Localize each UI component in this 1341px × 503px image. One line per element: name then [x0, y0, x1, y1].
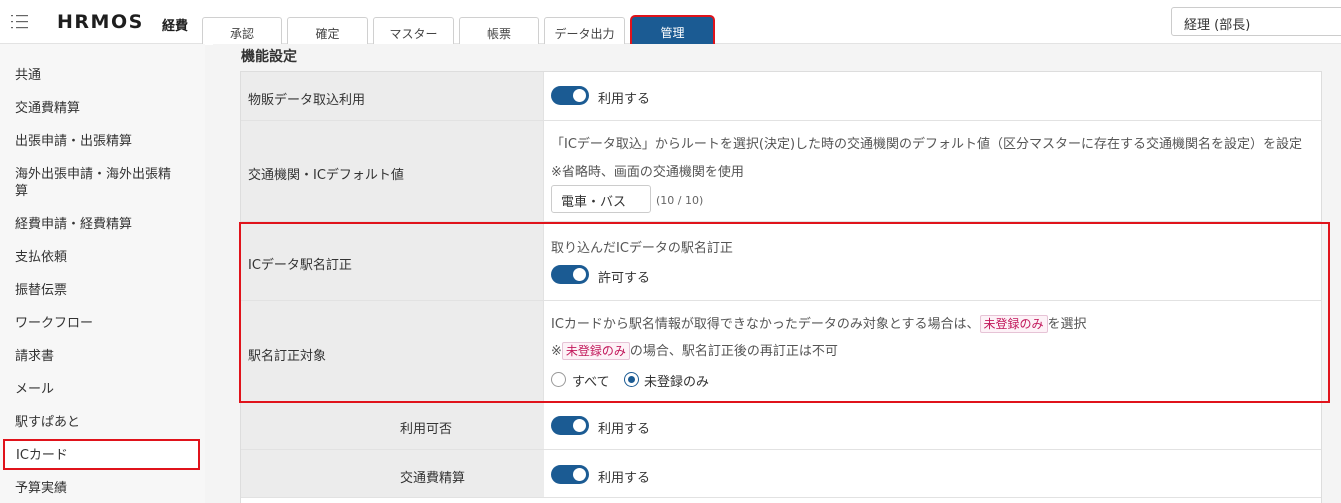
tab-approval[interactable]: 承認 — [202, 17, 282, 45]
main-tabs: 承認 確定 マスター 帳票 データ出力 管理 — [202, 17, 718, 45]
usage-toggle[interactable] — [551, 416, 589, 435]
row-bussan: 物販データ取込利用 利用する — [241, 72, 1321, 121]
sidebar-item-ekispert[interactable]: 駅すぱあと — [15, 414, 80, 431]
sidebar-item-invoice[interactable]: 請求書 — [15, 348, 54, 365]
tab-confirm[interactable]: 確定 — [287, 17, 368, 45]
station-fix-note: 取り込んだICデータの駅名訂正 — [551, 241, 733, 256]
app-logo[interactable]: HRMOS — [57, 11, 144, 33]
menu-icon[interactable] — [10, 12, 30, 32]
row-default-transport: 交通機関・ICデフォルト値 「ICデータ取込」からルートを選択(決定)した時の交… — [241, 121, 1321, 222]
toggle-label: 利用する — [598, 92, 651, 107]
toggle-label: 利用する — [598, 422, 651, 437]
target-note-2: ※ 未登録のみ の場合、駅名訂正後の再訂正は不可 — [551, 342, 838, 360]
sidebar-item-mail[interactable]: メール — [15, 381, 54, 398]
app-header: HRMOS 経費 承認 確定 マスター 帳票 データ出力 管理 経理 (部長) — [0, 0, 1341, 45]
sidebar-item-budget[interactable]: 予算実績 — [15, 480, 67, 497]
default-transport-input[interactable]: 電車・バス — [551, 185, 651, 213]
role-select[interactable]: 経理 (部長) — [1171, 7, 1341, 36]
sidebar-item-expense[interactable]: 経費申請・経費精算 — [15, 216, 132, 233]
station-fix-toggle[interactable] — [551, 265, 589, 284]
transport-note-2: ※省略時、画面の交通機関を使用 — [551, 165, 744, 180]
row-label: ICデータ駅名訂正 — [248, 258, 352, 273]
radio-label-unregistered: 未登録のみ — [644, 375, 710, 390]
sidebar-item-payment-request[interactable]: 支払依頼 — [15, 249, 67, 266]
row-label: 駅名訂正対象 — [248, 349, 327, 364]
tag-unregistered: 未登録のみ — [561, 342, 630, 360]
transport-note-1: 「ICデータ取込」からルートを選択(決定)した時の交通機関のデフォルト値（区分マ… — [551, 137, 1303, 152]
char-counter: (10 / 10) — [656, 194, 704, 207]
radio-unregistered[interactable] — [624, 372, 639, 387]
row-label: 交通機関・ICデフォルト値 — [248, 168, 404, 183]
row-usage: 利用可否 利用する — [241, 402, 1321, 450]
row-label: 物販データ取込利用 — [248, 93, 366, 108]
app-logo-sub: 経費 — [162, 19, 189, 34]
row-label: 交通費精算 — [400, 471, 466, 486]
row-label: 利用可否 — [400, 422, 453, 437]
row-transport-expense: 交通費精算 利用する — [241, 450, 1321, 498]
sidebar-item-common[interactable]: 共通 — [15, 67, 41, 84]
sidebar-item-transport-expense[interactable]: 交通費精算 — [15, 100, 80, 117]
sidebar-item-ic-card[interactable]: ICカード — [3, 439, 200, 470]
transport-expense-toggle[interactable] — [551, 465, 589, 484]
radio-all[interactable] — [551, 372, 566, 387]
sidebar-item-business-trip[interactable]: 出張申請・出張精算 — [15, 133, 132, 150]
tab-forms[interactable]: 帳票 — [459, 17, 539, 45]
radio-label-all: すべて — [572, 375, 610, 390]
toggle-label: 許可する — [598, 271, 651, 286]
tab-master[interactable]: マスター — [373, 17, 454, 45]
row-station-fix: ICデータ駅名訂正 取り込んだICデータの駅名訂正 許可する — [241, 222, 1321, 301]
bussan-toggle[interactable] — [551, 86, 589, 105]
sidebar-item-workflow[interactable]: ワークフロー — [15, 315, 93, 332]
tab-admin[interactable]: 管理 — [632, 17, 713, 44]
tab-data-export[interactable]: データ出力 — [544, 17, 625, 45]
row-station-fix-target: 駅名訂正対象 ICカードから駅名情報が取得できなかったデータのみ対象とする場合は… — [241, 301, 1321, 402]
sidebar-item-overseas-trip[interactable]: 海外出張申請・海外出張精算 — [15, 166, 175, 200]
settings-table: 物販データ取込利用 利用する 交通機関・ICデフォルト値 「ICデータ取込」から… — [240, 71, 1322, 503]
toggle-label: 利用する — [598, 471, 651, 486]
tag-unregistered: 未登録のみ — [979, 315, 1048, 333]
section-title: 機能設定 — [241, 49, 297, 65]
sidebar-item-transfer-slip[interactable]: 振替伝票 — [15, 282, 67, 299]
target-note-1: ICカードから駅名情報が取得できなかったデータのみ対象とする場合は、 未登録のみを… — [551, 315, 1087, 333]
